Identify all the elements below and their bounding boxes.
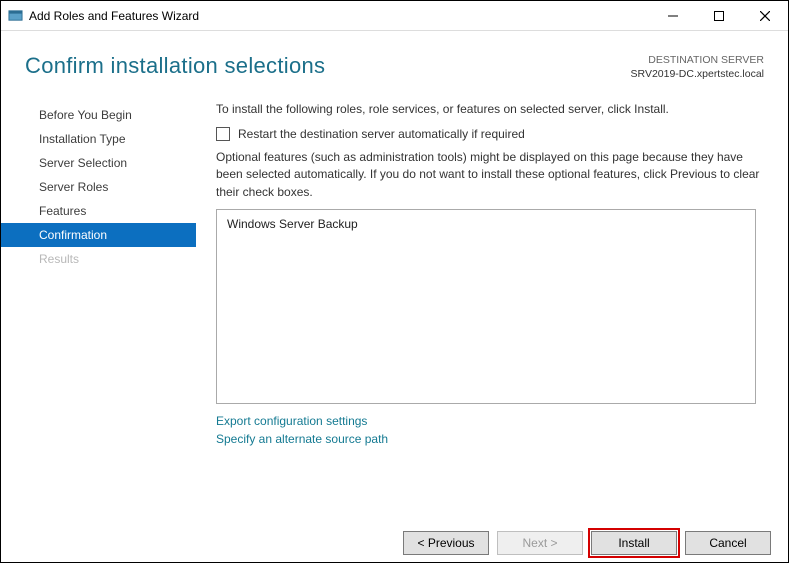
content-area: Before You Begin Installation Type Serve… (1, 87, 788, 448)
alt-source-link[interactable]: Specify an alternate source path (216, 430, 762, 448)
install-button[interactable]: Install (591, 531, 677, 555)
sidebar-item-before-you-begin[interactable]: Before You Begin (1, 103, 196, 127)
sidebar-item-results: Results (1, 247, 196, 271)
restart-label: Restart the destination server automatic… (238, 127, 525, 141)
footer-buttons: < Previous Next > Install Cancel (403, 531, 771, 555)
selected-features-box: Windows Server Backup (216, 209, 756, 404)
window-title: Add Roles and Features Wizard (29, 9, 199, 23)
close-button[interactable] (742, 1, 788, 31)
titlebar: Add Roles and Features Wizard (1, 1, 788, 31)
next-button: Next > (497, 531, 583, 555)
sidebar-item-server-selection[interactable]: Server Selection (1, 151, 196, 175)
destination-heading: DESTINATION SERVER (631, 53, 764, 67)
destination-server-box: DESTINATION SERVER SRV2019-DC.xpertstec.… (631, 53, 764, 81)
window-buttons (650, 1, 788, 31)
restart-checkbox[interactable] (216, 127, 230, 141)
cancel-button[interactable]: Cancel (685, 531, 771, 555)
intro-text: To install the following roles, role ser… (216, 101, 762, 118)
sidebar-item-confirmation[interactable]: Confirmation (1, 223, 196, 247)
sidebar-item-server-roles[interactable]: Server Roles (1, 175, 196, 199)
sidebar-item-features[interactable]: Features (1, 199, 196, 223)
header: Confirm installation selections DESTINAT… (1, 31, 788, 87)
selected-feature-item: Windows Server Backup (227, 217, 745, 231)
optional-note: Optional features (such as administratio… (216, 149, 762, 201)
sidebar-item-installation-type[interactable]: Installation Type (1, 127, 196, 151)
minimize-button[interactable] (650, 1, 696, 31)
page-title: Confirm installation selections (25, 53, 325, 79)
links-area: Export configuration settings Specify an… (216, 412, 762, 448)
app-icon (7, 8, 23, 24)
restart-row: Restart the destination server automatic… (216, 127, 762, 141)
maximize-button[interactable] (696, 1, 742, 31)
destination-name: SRV2019-DC.xpertstec.local (631, 67, 764, 81)
main-panel: To install the following roles, role ser… (196, 93, 788, 448)
export-config-link[interactable]: Export configuration settings (216, 412, 762, 430)
previous-button[interactable]: < Previous (403, 531, 489, 555)
wizard-sidebar: Before You Begin Installation Type Serve… (1, 93, 196, 448)
